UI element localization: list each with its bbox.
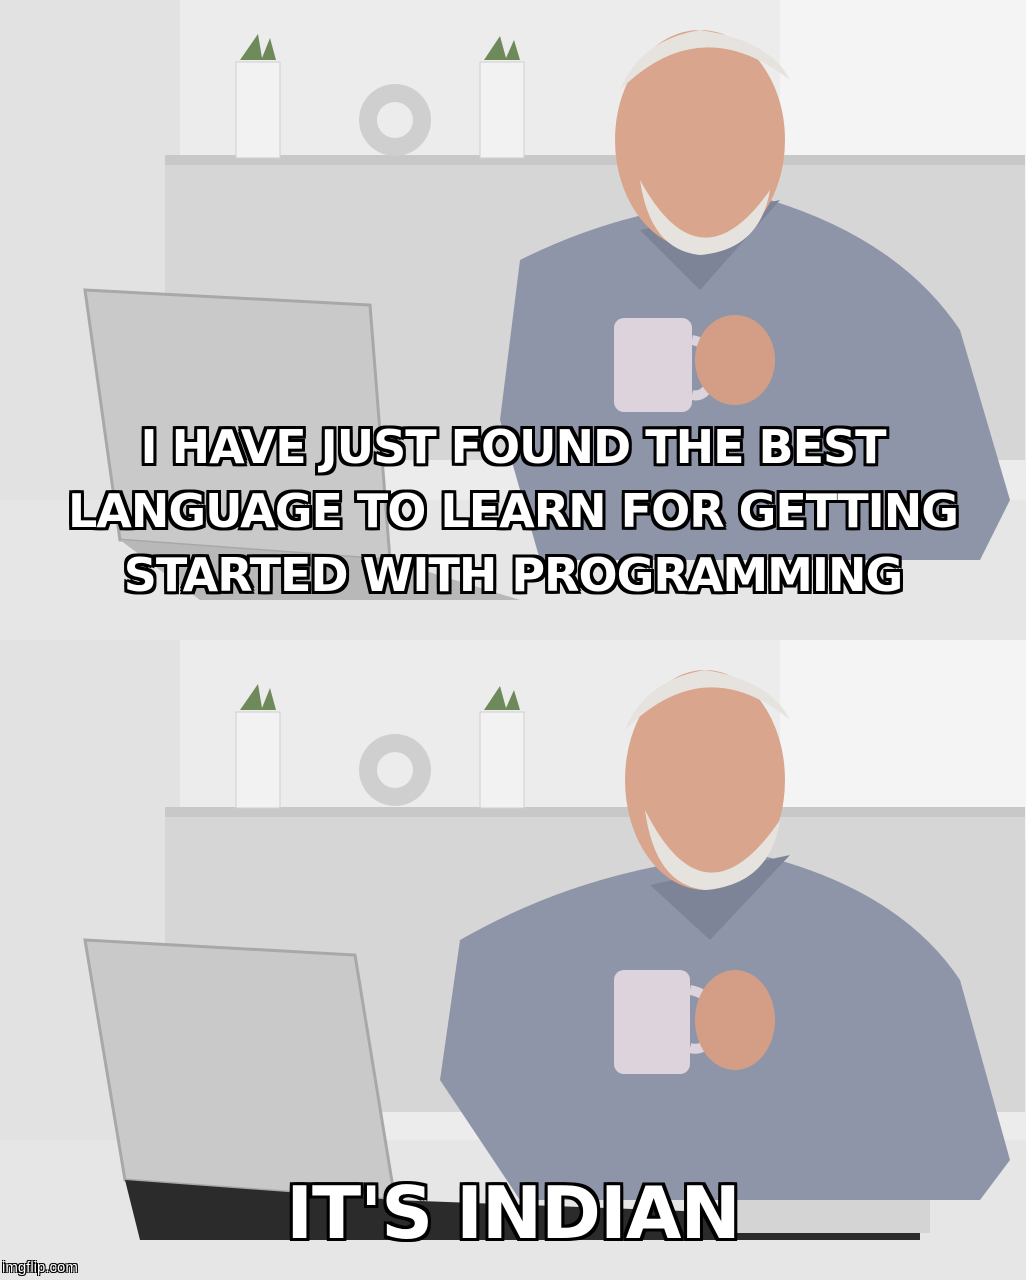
bottom-panel: IT'S INDIAN imgflip.com	[0, 640, 1026, 1280]
ring-ornament	[359, 734, 431, 806]
coffee-mug	[614, 318, 692, 412]
top-caption: I HAVE JUST FOUND THE BEST LANGUAGE TO L…	[68, 420, 959, 602]
coffee-mug	[614, 970, 690, 1074]
imgflip-watermark: imgflip.com	[2, 1259, 78, 1276]
ring-ornament	[359, 84, 431, 156]
meme-image: I HAVE JUST FOUND THE BEST LANGUAGE TO L…	[0, 0, 1026, 1280]
top-panel: I HAVE JUST FOUND THE BEST LANGUAGE TO L…	[0, 0, 1026, 640]
bottom-caption: IT'S INDIAN	[286, 1171, 740, 1255]
